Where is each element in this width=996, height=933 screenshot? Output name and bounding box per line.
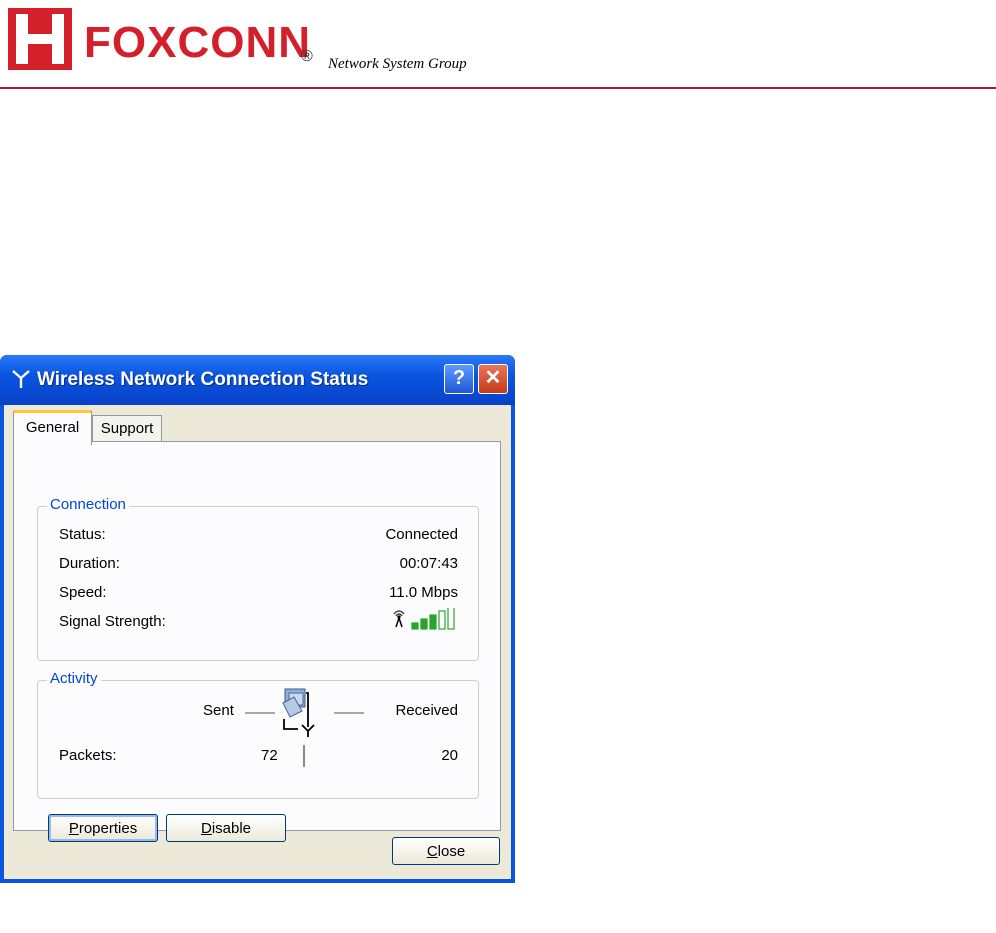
brand-name: FOXCONN <box>84 18 311 67</box>
connection-group-label: Connection <box>47 496 129 513</box>
disable-accel: D <box>200 820 212 837</box>
wireless-tower-icon <box>393 610 405 628</box>
packets-divider <box>303 745 305 767</box>
disable-label: isable <box>211 820 252 837</box>
packets-sent-value: 72 <box>261 747 278 764</box>
duration-value: 00:07:43 <box>399 555 458 572</box>
signal-bar <box>438 610 446 630</box>
activity-group: Activity Sent Received Packets: 72 20 <box>37 670 479 799</box>
network-activity-icon <box>278 687 326 737</box>
dialog-client: General Support Connection Status: Conne… <box>4 405 511 879</box>
registered-mark: ® <box>301 48 313 65</box>
duration-label: Duration: <box>59 555 120 572</box>
properties-button[interactable]: Properties <box>48 814 158 842</box>
close-label: lose <box>437 843 466 860</box>
activity-group-label: Activity <box>47 670 101 687</box>
speed-value: 11.0 Mbps <box>389 584 458 601</box>
signal-strength-label: Signal Strength: <box>59 613 166 630</box>
general-tab-panel: Connection Status: Connected Duration: 0… <box>13 441 501 842</box>
tab-general[interactable]: General <box>13 410 92 445</box>
window-close-button[interactable]: ✕ <box>478 364 508 394</box>
status-label: Status: <box>59 526 106 543</box>
speed-label: Speed: <box>59 584 107 601</box>
title-bar[interactable]: Wireless Network Connection Status ? ✕ <box>0 355 515 405</box>
status-value: Connected <box>385 526 458 543</box>
close-button[interactable]: Close <box>392 837 500 865</box>
packets-received-value: 20 <box>441 747 458 764</box>
signal-strength-indicator <box>390 606 460 630</box>
header-divider <box>0 87 996 89</box>
properties-accel: P <box>68 820 79 837</box>
disable-button[interactable]: Disable <box>166 814 286 842</box>
signal-bar <box>447 606 455 630</box>
sent-line <box>245 712 275 714</box>
connection-group: Connection Status: Connected Duration: 0… <box>37 496 479 661</box>
signal-bar <box>420 618 428 630</box>
received-label: Received <box>395 702 458 719</box>
signal-bar <box>411 622 419 630</box>
tab-support[interactable]: Support <box>92 415 162 442</box>
foxconn-logo <box>8 8 72 70</box>
tagline: Network System Group <box>328 56 467 72</box>
close-accel: C <box>426 843 438 860</box>
packets-label: Packets: <box>59 747 117 764</box>
sent-label: Sent <box>203 702 234 719</box>
window-title: Wireless Network Connection Status <box>37 369 369 390</box>
properties-label: roperties <box>78 820 138 837</box>
help-button[interactable]: ? <box>444 364 474 394</box>
antenna-icon <box>12 369 30 395</box>
received-line <box>334 712 364 714</box>
signal-bar <box>429 614 437 630</box>
status-dialog: Wireless Network Connection Status ? ✕ G… <box>0 355 515 883</box>
